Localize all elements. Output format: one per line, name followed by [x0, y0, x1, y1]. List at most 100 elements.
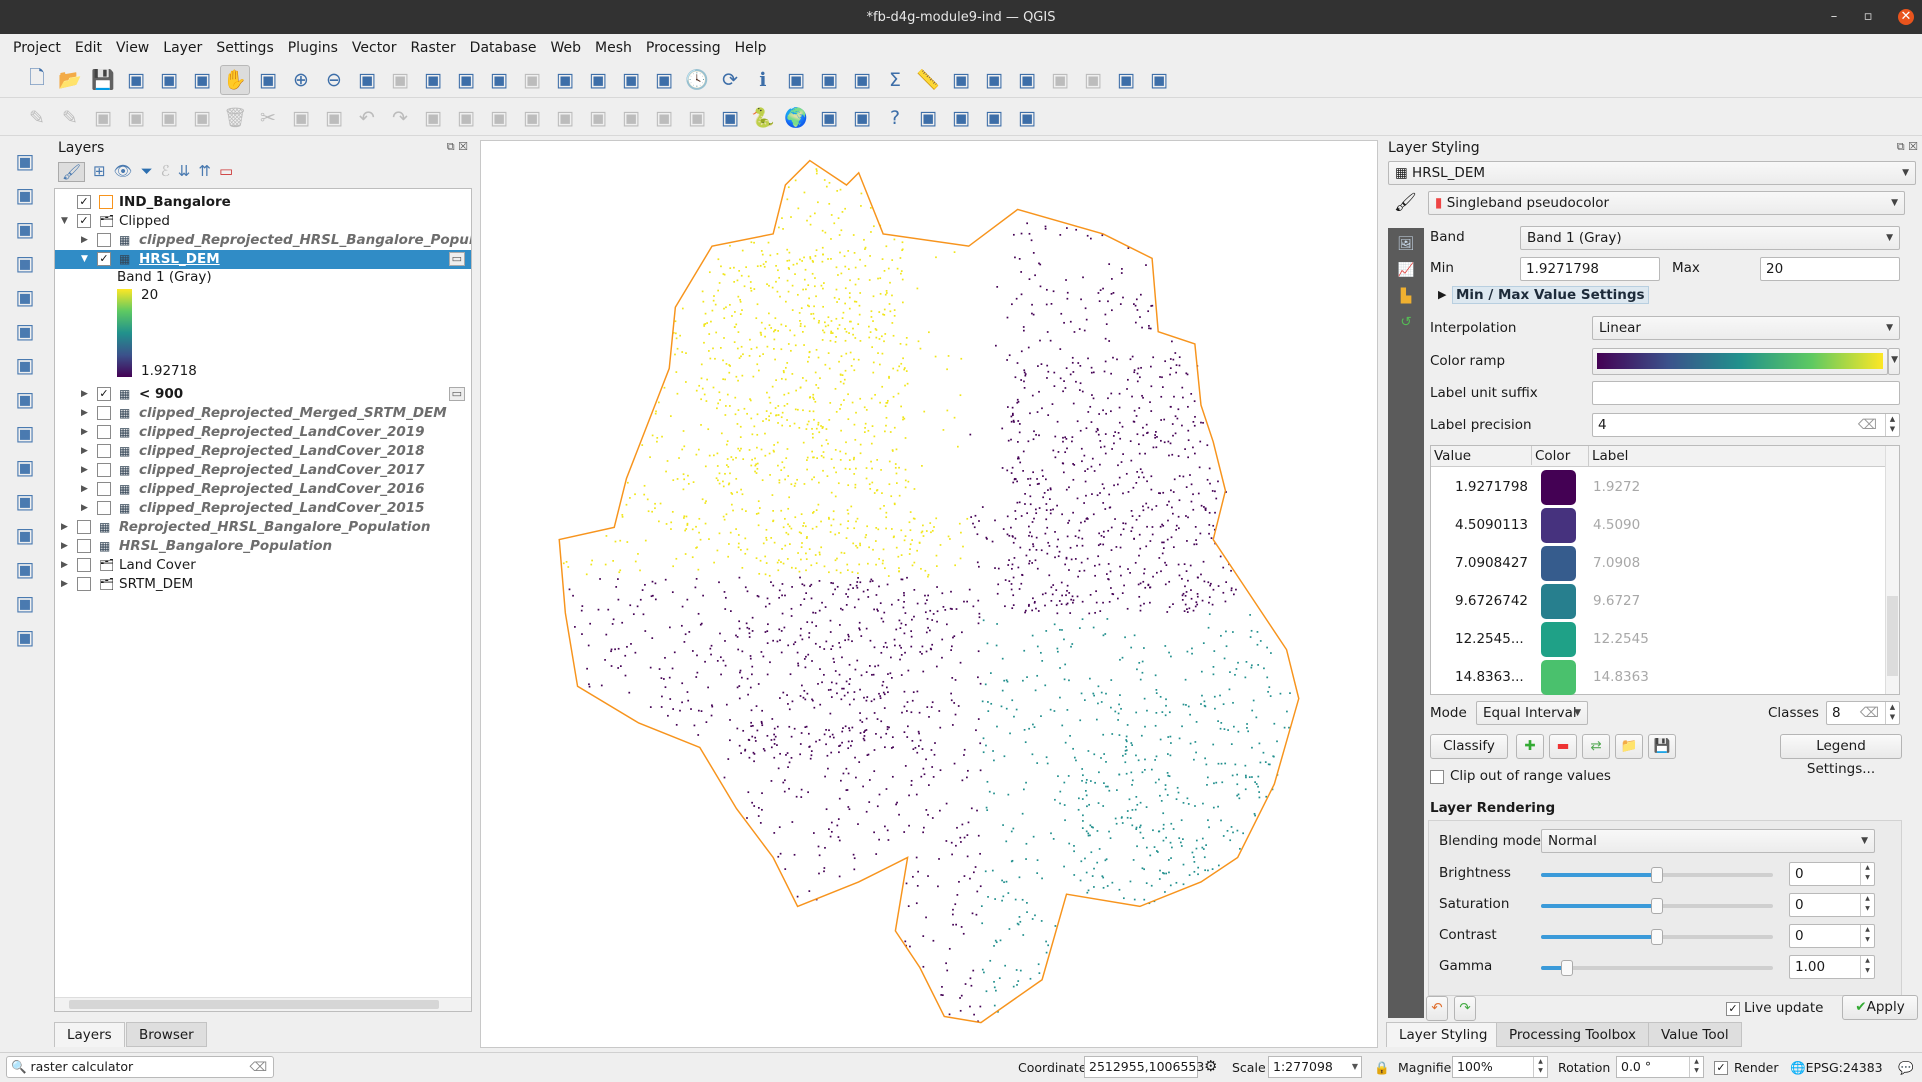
saturation-spinbox[interactable]: 0 ▲ ▼ [1789, 893, 1875, 917]
messages-icon[interactable]: 💬 [1898, 1060, 1914, 1076]
history-icon[interactable]: ↺ [1400, 314, 1411, 330]
field-calculator-icon[interactable]: ▣ [814, 65, 844, 95]
paste-features-icon[interactable]: ▣ [319, 103, 349, 133]
symbology-tab-icon[interactable]: 🖌 [1394, 192, 1417, 213]
toggle-extents-icon[interactable]: ⚙ [1204, 1057, 1217, 1075]
digitize-icon[interactable]: ▣ [121, 103, 151, 133]
menu-plugins[interactable]: Plugins [281, 36, 345, 60]
add-wms-icon[interactable]: ▣ [10, 452, 40, 482]
color-ramp-dropdown[interactable]: ▼ [1888, 348, 1900, 375]
menu-database[interactable]: Database [463, 36, 544, 60]
layer-visibility-checkbox[interactable]: ✓ [97, 387, 111, 401]
menu-settings[interactable]: Settings [209, 36, 280, 60]
menu-layer[interactable]: Layer [156, 36, 209, 60]
show-spatial-bookmarks-icon[interactable]: ▣ [649, 65, 679, 95]
select-location-icon[interactable]: ▣ [1045, 65, 1075, 95]
new-geopackage-icon[interactable]: ▣ [10, 180, 40, 210]
current-edits-icon[interactable]: ✎ [22, 103, 52, 133]
class-value[interactable]: 9.6726742 [1455, 593, 1528, 609]
measure-icon[interactable]: 📏 [913, 65, 943, 95]
layer-row[interactable]: ▶ ▦ clipped_Reprojected_LandCover_2016 [55, 480, 471, 499]
table-scrollbar[interactable] [1885, 446, 1899, 694]
layer-row[interactable]: ▶ ▦ clipped_Reprojected_LandCover_2017 [55, 461, 471, 480]
menu-project[interactable]: Project [6, 36, 68, 60]
add-delimited-icon[interactable]: ▣ [10, 248, 40, 278]
layer-visibility-checkbox[interactable] [97, 425, 111, 439]
redo-icon[interactable]: ↷ [1454, 996, 1476, 1021]
cut-features-icon[interactable]: ✂ [253, 103, 283, 133]
layer-row[interactable]: ▶ ▦ clipped_Reprojected_LandCover_2018 [55, 442, 471, 461]
layout-manager-icon[interactable]: ▣ [154, 65, 184, 95]
python-console-icon[interactable]: 🐍 [748, 103, 778, 133]
help-icon[interactable]: ? [880, 103, 910, 133]
brightness-slider[interactable] [1541, 867, 1773, 883]
new-print-layout-icon[interactable]: ▣ [121, 65, 151, 95]
expand-arrow-icon[interactable]: ▶ [81, 423, 88, 442]
layer-visibility-checkbox[interactable]: ✓ [77, 214, 91, 228]
class-label[interactable]: 1.9272 [1593, 479, 1640, 495]
class-value[interactable]: 14.8363... [1455, 669, 1524, 685]
clear-icon[interactable]: ⌫ [1860, 702, 1879, 724]
reverse-colors-icon[interactable]: ⇄ [1582, 734, 1610, 759]
tab-browser[interactable]: Browser [126, 1022, 207, 1047]
show-bookmarks-icon[interactable]: ▣ [583, 65, 613, 95]
remove-class-icon[interactable]: ▬ [1549, 734, 1577, 759]
quickmapservices-icon[interactable]: ▣ [946, 103, 976, 133]
render-checkbox[interactable]: ✓ [1714, 1061, 1728, 1075]
layer-visibility-checkbox[interactable] [97, 444, 111, 458]
collapse-all-icon[interactable]: ⇈ [198, 162, 211, 182]
zoom-to-layer-icon[interactable]: ▣ [418, 65, 448, 95]
new-spatial-bookmark-icon[interactable]: ▣ [616, 65, 646, 95]
zoom-full-icon[interactable]: ▣ [352, 65, 382, 95]
tab-layer-styling[interactable]: Layer Styling [1386, 1022, 1501, 1047]
style-icon[interactable]: 🖌 [58, 162, 86, 182]
blending-mode-select[interactable]: Normal ▼ [1541, 829, 1875, 853]
class-row[interactable]: 9.6726742 9.6727 [1431, 583, 1886, 619]
add-vector-icon[interactable]: ▣ [10, 214, 40, 244]
clear-icon[interactable]: ⌫ [249, 1057, 267, 1077]
collapse-arrow-icon[interactable]: ▼ [61, 212, 68, 231]
contrast-spinbox[interactable]: 0 ▲ ▼ [1789, 924, 1875, 948]
class-color-swatch[interactable] [1541, 470, 1576, 505]
header-label[interactable]: Label [1588, 446, 1628, 467]
zoom-last-icon[interactable]: ▣ [484, 65, 514, 95]
header-value[interactable]: Value [1434, 448, 1471, 464]
class-label[interactable]: 12.2545 [1593, 631, 1649, 647]
class-row[interactable]: 1.9271798 1.9272 [1431, 469, 1886, 505]
layer-visibility-checkbox[interactable] [77, 558, 91, 572]
label-suffix-input[interactable] [1592, 381, 1900, 405]
tab-value-tool[interactable]: Value Tool [1648, 1022, 1742, 1047]
label-tool-icon[interactable]: ▣ [418, 103, 448, 133]
pin-labels-icon[interactable]: ▣ [550, 103, 580, 133]
zoom-out-icon[interactable]: ⊖ [319, 65, 349, 95]
contrast-slider[interactable] [1541, 929, 1773, 945]
layer-row[interactable]: ▼ ✓ 🗂 Clipped [55, 212, 471, 231]
expand-arrow-icon[interactable]: ▶ [81, 461, 88, 480]
expand-arrow-icon[interactable]: ▶ [81, 442, 88, 461]
deselect-icon[interactable]: ▣ [1078, 65, 1108, 95]
annotation-icon[interactable]: ▣ [1144, 65, 1174, 95]
class-color-swatch[interactable] [1541, 660, 1576, 695]
add-raster-icon[interactable]: ▣ [10, 384, 40, 414]
add-vector-tile-icon[interactable]: ▣ [10, 622, 40, 652]
class-value[interactable]: 4.5090113 [1455, 517, 1528, 533]
renderer-select[interactable]: ▮ Singleband pseudocolor ▼ [1428, 191, 1905, 215]
class-color-swatch[interactable] [1541, 622, 1576, 657]
close-button[interactable]: ✕ [1898, 9, 1914, 25]
transparency-icon[interactable]: 🖼 [1397, 236, 1414, 252]
layer-visibility-checkbox[interactable]: ✓ [77, 195, 91, 209]
class-row[interactable]: 14.8363... 14.8363 [1431, 659, 1886, 695]
menu-mesh[interactable]: Mesh [588, 36, 639, 60]
layer-row[interactable]: ▶ ▦ clipped_Reprojected_LandCover_2019 [55, 423, 471, 442]
horizontal-scrollbar[interactable] [55, 997, 471, 1011]
lock-icon[interactable]: 🔒 [1374, 1060, 1390, 1076]
class-row[interactable]: 7.0908427 7.0908 [1431, 545, 1886, 581]
scale-select[interactable]: 1:277098 ▼ [1268, 1056, 1362, 1078]
expand-arrow-icon[interactable]: ▶ [81, 385, 88, 404]
remove-layer-icon[interactable]: ▭ [219, 162, 233, 182]
new-project-icon[interactable]: 🗋 [22, 65, 52, 95]
apply-button[interactable]: ✔Apply [1842, 995, 1918, 1020]
brightness-spinbox[interactable]: 0 ▲ ▼ [1789, 862, 1875, 886]
label-precision-spinbox[interactable]: 4 ⌫ ▲ ▼ [1592, 413, 1900, 437]
class-label[interactable]: 14.8363 [1593, 669, 1649, 685]
